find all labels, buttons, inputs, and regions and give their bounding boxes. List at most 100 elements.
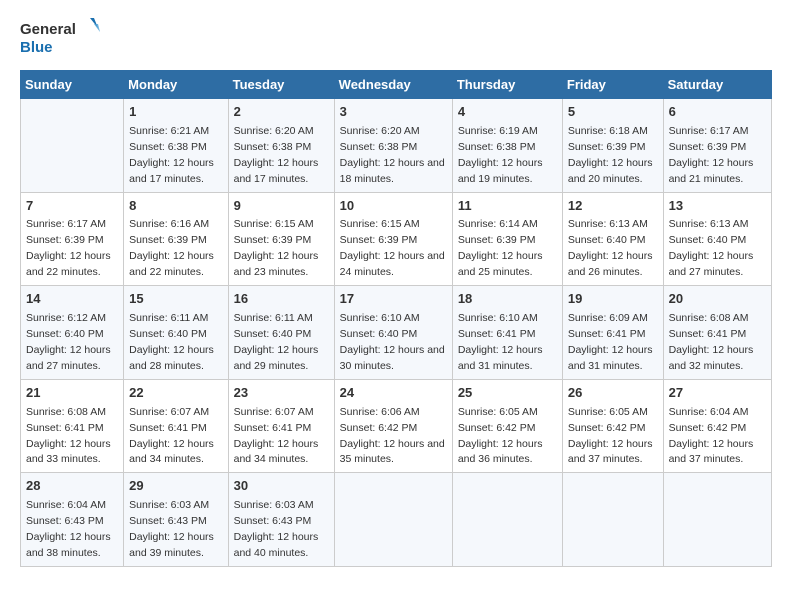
calendar-week-row: 7 Sunrise: 6:17 AM Sunset: 6:39 PM Dayli… [21,192,772,286]
day-number: 28 [26,477,118,496]
sunrise-text: Sunrise: 6:11 AM [234,312,313,324]
calendar-cell: 15 Sunrise: 6:11 AM Sunset: 6:40 PM Dayl… [124,286,228,380]
sunset-text: Sunset: 6:40 PM [568,234,646,246]
daylight-text: Daylight: 12 hours and 34 minutes. [129,438,214,466]
daylight-text: Daylight: 12 hours and 31 minutes. [458,344,543,372]
calendar-cell: 22 Sunrise: 6:07 AM Sunset: 6:41 PM Dayl… [124,379,228,473]
sunset-text: Sunset: 6:38 PM [340,141,418,153]
sunset-text: Sunset: 6:39 PM [129,234,207,246]
calendar-cell: 10 Sunrise: 6:15 AM Sunset: 6:39 PM Dayl… [334,192,452,286]
sunrise-text: Sunrise: 6:13 AM [568,218,648,230]
daylight-text: Daylight: 12 hours and 35 minutes. [340,438,445,466]
sunrise-text: Sunrise: 6:21 AM [129,125,209,137]
sunrise-text: Sunrise: 6:05 AM [568,406,648,418]
sunrise-text: Sunrise: 6:07 AM [129,406,209,418]
day-number: 3 [340,103,447,122]
sunset-text: Sunset: 6:39 PM [568,141,646,153]
calendar-cell: 25 Sunrise: 6:05 AM Sunset: 6:42 PM Dayl… [452,379,562,473]
calendar-cell: 4 Sunrise: 6:19 AM Sunset: 6:38 PM Dayli… [452,99,562,193]
day-number: 11 [458,197,557,216]
daylight-text: Daylight: 12 hours and 39 minutes. [129,531,214,559]
calendar-cell: 13 Sunrise: 6:13 AM Sunset: 6:40 PM Dayl… [663,192,771,286]
daylight-text: Daylight: 12 hours and 31 minutes. [568,344,653,372]
sunset-text: Sunset: 6:41 PM [234,422,312,434]
daylight-text: Daylight: 12 hours and 34 minutes. [234,438,319,466]
calendar-header-saturday: Saturday [663,71,771,99]
sunset-text: Sunset: 6:38 PM [458,141,536,153]
daylight-text: Daylight: 12 hours and 27 minutes. [26,344,111,372]
page-header: General Blue [20,16,772,60]
daylight-text: Daylight: 12 hours and 33 minutes. [26,438,111,466]
calendar-cell [452,473,562,567]
sunrise-text: Sunrise: 6:07 AM [234,406,314,418]
daylight-text: Daylight: 12 hours and 38 minutes. [26,531,111,559]
sunset-text: Sunset: 6:39 PM [458,234,536,246]
calendar-cell: 26 Sunrise: 6:05 AM Sunset: 6:42 PM Dayl… [562,379,663,473]
day-number: 7 [26,197,118,216]
calendar-cell: 5 Sunrise: 6:18 AM Sunset: 6:39 PM Dayli… [562,99,663,193]
calendar-cell: 7 Sunrise: 6:17 AM Sunset: 6:39 PM Dayli… [21,192,124,286]
day-number: 4 [458,103,557,122]
sunset-text: Sunset: 6:42 PM [340,422,418,434]
sunset-text: Sunset: 6:41 PM [568,328,646,340]
sunrise-text: Sunrise: 6:03 AM [234,499,314,511]
day-number: 5 [568,103,658,122]
calendar-cell: 11 Sunrise: 6:14 AM Sunset: 6:39 PM Dayl… [452,192,562,286]
sunrise-text: Sunrise: 6:11 AM [129,312,208,324]
sunrise-text: Sunrise: 6:14 AM [458,218,538,230]
sunset-text: Sunset: 6:38 PM [234,141,312,153]
sunrise-text: Sunrise: 6:09 AM [568,312,648,324]
sunrise-text: Sunrise: 6:06 AM [340,406,420,418]
sunset-text: Sunset: 6:42 PM [669,422,747,434]
day-number: 30 [234,477,329,496]
sunrise-text: Sunrise: 6:15 AM [340,218,420,230]
sunset-text: Sunset: 6:43 PM [26,515,104,527]
daylight-text: Daylight: 12 hours and 36 minutes. [458,438,543,466]
day-number: 6 [669,103,766,122]
day-number: 26 [568,384,658,403]
day-number: 19 [568,290,658,309]
daylight-text: Daylight: 12 hours and 20 minutes. [568,157,653,185]
daylight-text: Daylight: 12 hours and 25 minutes. [458,250,543,278]
svg-text:General: General [20,21,76,38]
calendar-cell: 24 Sunrise: 6:06 AM Sunset: 6:42 PM Dayl… [334,379,452,473]
daylight-text: Daylight: 12 hours and 18 minutes. [340,157,445,185]
calendar-header-thursday: Thursday [452,71,562,99]
sunrise-text: Sunrise: 6:16 AM [129,218,209,230]
calendar-cell: 12 Sunrise: 6:13 AM Sunset: 6:40 PM Dayl… [562,192,663,286]
calendar-header-monday: Monday [124,71,228,99]
sunrise-text: Sunrise: 6:17 AM [26,218,106,230]
calendar-week-row: 1 Sunrise: 6:21 AM Sunset: 6:38 PM Dayli… [21,99,772,193]
calendar-header-friday: Friday [562,71,663,99]
daylight-text: Daylight: 12 hours and 22 minutes. [129,250,214,278]
svg-text:Blue: Blue [20,39,53,56]
sunset-text: Sunset: 6:42 PM [458,422,536,434]
calendar-cell: 17 Sunrise: 6:10 AM Sunset: 6:40 PM Dayl… [334,286,452,380]
calendar-week-row: 21 Sunrise: 6:08 AM Sunset: 6:41 PM Dayl… [21,379,772,473]
daylight-text: Daylight: 12 hours and 17 minutes. [234,157,319,185]
calendar-cell: 30 Sunrise: 6:03 AM Sunset: 6:43 PM Dayl… [228,473,334,567]
sunrise-text: Sunrise: 6:13 AM [669,218,749,230]
sunrise-text: Sunrise: 6:18 AM [568,125,648,137]
sunrise-text: Sunrise: 6:19 AM [458,125,538,137]
sunset-text: Sunset: 6:40 PM [340,328,418,340]
sunrise-text: Sunrise: 6:20 AM [234,125,314,137]
calendar-cell: 2 Sunrise: 6:20 AM Sunset: 6:38 PM Dayli… [228,99,334,193]
daylight-text: Daylight: 12 hours and 26 minutes. [568,250,653,278]
daylight-text: Daylight: 12 hours and 23 minutes. [234,250,319,278]
day-number: 1 [129,103,222,122]
sunrise-text: Sunrise: 6:04 AM [669,406,749,418]
day-number: 29 [129,477,222,496]
sunrise-text: Sunrise: 6:03 AM [129,499,209,511]
day-number: 17 [340,290,447,309]
sunset-text: Sunset: 6:39 PM [669,141,747,153]
calendar-cell: 18 Sunrise: 6:10 AM Sunset: 6:41 PM Dayl… [452,286,562,380]
sunset-text: Sunset: 6:42 PM [568,422,646,434]
sunset-text: Sunset: 6:43 PM [129,515,207,527]
day-number: 24 [340,384,447,403]
daylight-text: Daylight: 12 hours and 40 minutes. [234,531,319,559]
day-number: 22 [129,384,222,403]
day-number: 20 [669,290,766,309]
sunset-text: Sunset: 6:39 PM [26,234,104,246]
calendar-cell: 29 Sunrise: 6:03 AM Sunset: 6:43 PM Dayl… [124,473,228,567]
